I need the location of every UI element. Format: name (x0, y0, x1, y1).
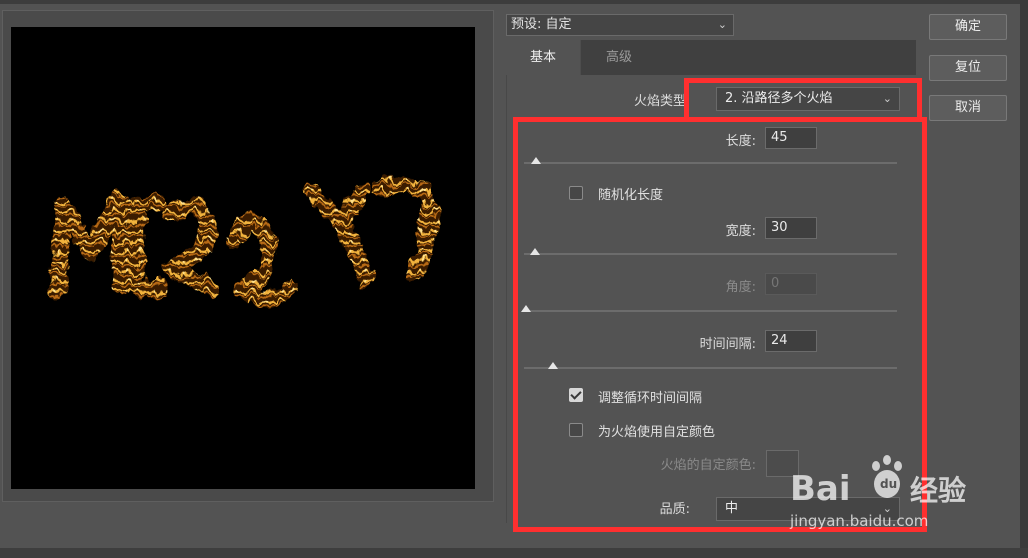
flame-type-label: 火焰类型 (633, 94, 686, 109)
svg-text:du: du (880, 477, 897, 491)
tab-advanced[interactable]: 高级 (580, 40, 657, 75)
flame-preview (11, 27, 475, 489)
preset-label: 预设: 自定 (511, 17, 572, 32)
window-bottom-edge (0, 548, 1028, 558)
window-right-edge (1020, 0, 1028, 558)
flame-type-highlight (684, 78, 922, 122)
chevron-down-icon: ⌄ (717, 18, 727, 31)
flame-text-image (50, 176, 438, 308)
preset-dropdown[interactable]: 预设: 自定 ⌄ (506, 14, 734, 36)
window-top-edge (0, 0, 1028, 4)
cancel-button[interactable]: 取消 (929, 95, 1007, 121)
svg-text:jingyan.baidu.com: jingyan.baidu.com (789, 512, 928, 530)
ok-button[interactable]: 确定 (929, 14, 1007, 40)
reset-button[interactable]: 复位 (929, 55, 1007, 81)
tab-bar: 基本 高级 (506, 40, 916, 75)
svg-text:Bai: Bai (790, 469, 851, 509)
baidu-logo: Bai du 经验 jingyan.baidu.com (789, 455, 966, 530)
svg-text:经验: 经验 (910, 474, 966, 507)
tab-basic[interactable]: 基本 (506, 40, 580, 75)
baidu-jingyan-watermark: Bai du 经验 jingyan.baidu.com (788, 444, 978, 534)
